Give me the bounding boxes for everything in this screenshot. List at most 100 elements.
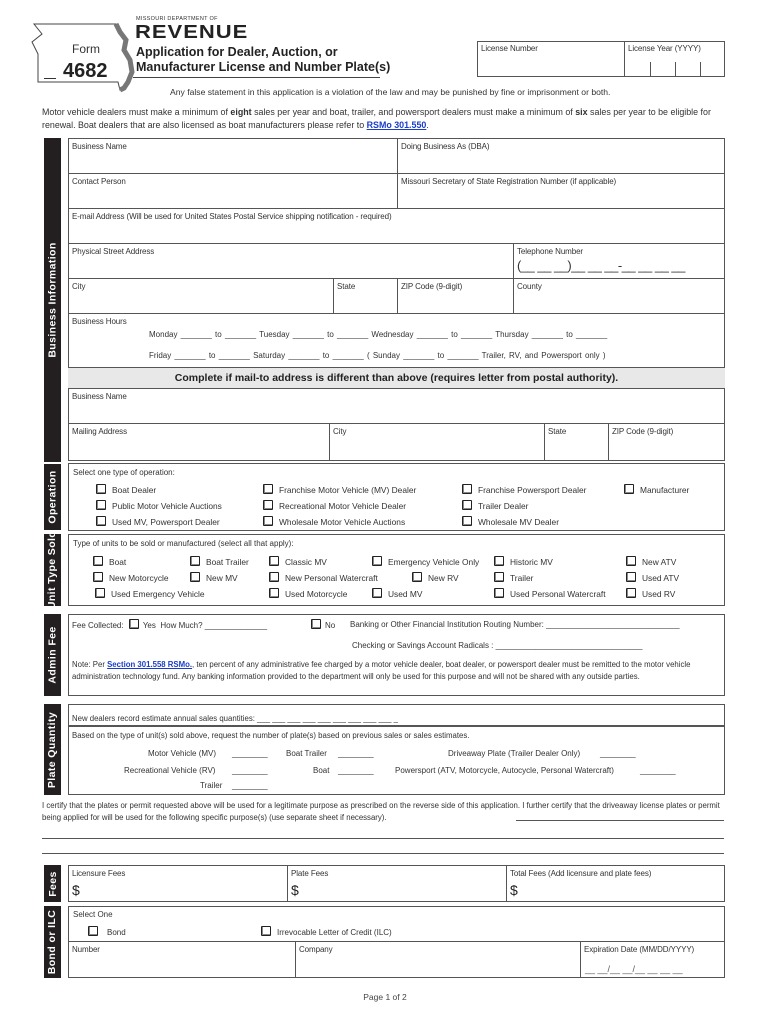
op-boat-dealer[interactable]: Boat Dealer bbox=[96, 484, 156, 495]
checkbox[interactable] bbox=[96, 500, 106, 510]
checkbox[interactable] bbox=[462, 516, 472, 526]
dba-field[interactable]: Doing Business As (DBA) bbox=[397, 138, 725, 174]
mail-state-field[interactable]: State bbox=[544, 423, 609, 461]
purpose-line-2[interactable] bbox=[42, 838, 724, 839]
unit-historic-mv[interactable]: Historic MV bbox=[494, 556, 553, 567]
op-wholesale-mv-dealer[interactable]: Wholesale MV Dealer bbox=[462, 516, 559, 527]
checkbox[interactable] bbox=[269, 588, 279, 598]
checkbox[interactable] bbox=[462, 500, 472, 510]
ilc-option[interactable]: Irrevocable Letter of Credit (ILC) bbox=[261, 926, 392, 937]
state-field[interactable]: State bbox=[333, 278, 398, 314]
street-address-field[interactable]: Physical Street Address bbox=[68, 243, 514, 279]
license-number-field[interactable]: License Number bbox=[477, 41, 625, 77]
rv-plates-field[interactable]: ________ bbox=[232, 766, 268, 775]
boat-plates-field[interactable]: ________ bbox=[338, 766, 374, 775]
routing-number-field[interactable]: Banking or Other Financial Institution R… bbox=[350, 620, 680, 629]
mail-zip-field[interactable]: ZIP Code (9-digit) bbox=[608, 423, 725, 461]
sos-registration-field[interactable]: Missouri Secretary of State Registration… bbox=[397, 173, 725, 209]
checkbox[interactable] bbox=[190, 556, 200, 566]
license-year-field[interactable]: License Year (YYYY) bbox=[624, 41, 725, 77]
purpose-line-1[interactable] bbox=[516, 820, 724, 821]
licensure-fees-field[interactable]: Licensure Fees $ bbox=[68, 865, 288, 902]
unit-new-atv[interactable]: New ATV bbox=[626, 556, 676, 567]
account-radicals-field[interactable]: Checking or Savings Account Radicals : _… bbox=[352, 641, 642, 650]
unit-used-mv[interactable]: Used MV bbox=[372, 588, 422, 599]
checkbox[interactable] bbox=[263, 500, 273, 510]
checkbox[interactable] bbox=[462, 484, 472, 494]
total-fees-field[interactable]: Total Fees (Add licensure and plate fees… bbox=[506, 865, 725, 902]
checkbox[interactable] bbox=[372, 556, 382, 566]
op-trailer-dealer[interactable]: Trailer Dealer bbox=[462, 500, 528, 511]
driveaway-plates-field[interactable]: ________ bbox=[600, 749, 636, 758]
how-much-field[interactable]: How Much? ______________ bbox=[160, 621, 267, 630]
checkbox[interactable] bbox=[88, 926, 98, 936]
unit-used-atv[interactable]: Used ATV bbox=[626, 572, 679, 583]
checkbox[interactable] bbox=[190, 572, 200, 582]
purpose-line-3[interactable] bbox=[42, 853, 724, 854]
bond-company-field[interactable]: Company bbox=[295, 941, 581, 978]
checkbox[interactable] bbox=[494, 572, 504, 582]
op-wholesale-mv-auctions[interactable]: Wholesale Motor Vehicle Auctions bbox=[263, 516, 405, 527]
mail-business-name-field[interactable]: Business Name bbox=[68, 388, 725, 424]
email-field[interactable]: E-mail Address (Will be used for United … bbox=[68, 208, 725, 244]
op-manufacturer[interactable]: Manufacturer bbox=[624, 484, 689, 495]
unit-boat-trailer[interactable]: Boat Trailer bbox=[190, 556, 249, 567]
business-name-field[interactable]: Business Name bbox=[68, 138, 398, 174]
rsmo-301-550-link[interactable]: RSMo 301.550 bbox=[367, 120, 427, 130]
checkbox[interactable] bbox=[96, 484, 106, 494]
checkbox[interactable] bbox=[93, 556, 103, 566]
fee-collected-yes-checkbox[interactable] bbox=[128, 619, 139, 629]
checkbox[interactable] bbox=[372, 588, 382, 598]
checkbox[interactable] bbox=[263, 484, 273, 494]
op-recreational-mv[interactable]: Recreational Motor Vehicle Dealer bbox=[263, 500, 406, 511]
mail-city-field[interactable]: City bbox=[329, 423, 545, 461]
checkbox[interactable] bbox=[494, 556, 504, 566]
checkbox[interactable] bbox=[626, 556, 636, 566]
county-field[interactable]: County bbox=[513, 278, 725, 314]
section-301-558-link[interactable]: Section 301.558 RSMo. bbox=[107, 660, 192, 669]
expiration-date-field[interactable]: Expiration Date (MM/DD/YYYY) __ __/__ __… bbox=[580, 941, 725, 978]
unit-new-rv[interactable]: New RV bbox=[412, 572, 459, 583]
checkbox[interactable] bbox=[494, 588, 504, 598]
mv-plates-field[interactable]: ________ bbox=[232, 749, 268, 758]
checkbox[interactable] bbox=[626, 572, 636, 582]
contact-person-field[interactable]: Contact Person bbox=[68, 173, 398, 209]
checkbox[interactable] bbox=[263, 516, 273, 526]
unit-new-mv[interactable]: New MV bbox=[190, 572, 238, 583]
op-used-mv-powersport[interactable]: Used MV, Powersport Dealer bbox=[96, 516, 220, 527]
unit-classic-mv[interactable]: Classic MV bbox=[269, 556, 327, 567]
zip-field[interactable]: ZIP Code (9-digit) bbox=[397, 278, 514, 314]
checkbox[interactable] bbox=[261, 926, 271, 936]
bond-option[interactable]: Bond bbox=[88, 926, 126, 937]
unit-new-personal-watercraft[interactable]: New Personal Watercraft bbox=[269, 572, 378, 583]
estimate-sales-field[interactable]: New dealers record estimate annual sales… bbox=[72, 714, 398, 723]
checkbox[interactable] bbox=[624, 484, 634, 494]
powersport-plates-field[interactable]: ________ bbox=[640, 766, 676, 775]
unit-trailer[interactable]: Trailer bbox=[494, 572, 533, 583]
trailer-plates-field[interactable]: ________ bbox=[232, 781, 268, 790]
op-franchise-powersport[interactable]: Franchise Powersport Dealer bbox=[462, 484, 586, 495]
boat-trailer-plates-field[interactable]: ________ bbox=[338, 749, 374, 758]
unit-used-emergency-vehicle[interactable]: Used Emergency Vehicle bbox=[95, 588, 205, 599]
bond-number-field[interactable]: Number bbox=[68, 941, 296, 978]
plate-fees-field[interactable]: Plate Fees $ bbox=[287, 865, 507, 902]
telephone-field[interactable]: Telephone Number (__ __ __)__ __ __-__ _… bbox=[513, 243, 725, 279]
unit-used-rv[interactable]: Used RV bbox=[626, 588, 675, 599]
unit-boat[interactable]: Boat bbox=[93, 556, 126, 567]
checkbox[interactable] bbox=[96, 516, 106, 526]
unit-emergency-vehicle-only[interactable]: Emergency Vehicle Only bbox=[372, 556, 479, 567]
fee-collected-no-checkbox[interactable] bbox=[311, 619, 321, 629]
unit-used-personal-watercraft[interactable]: Used Personal Watercraft bbox=[494, 588, 606, 599]
mailing-address-field[interactable]: Mailing Address bbox=[68, 423, 330, 461]
city-field[interactable]: City bbox=[68, 278, 334, 314]
unit-used-motorcycle[interactable]: Used Motorcycle bbox=[269, 588, 347, 599]
checkbox[interactable] bbox=[95, 588, 105, 598]
checkbox[interactable] bbox=[269, 556, 279, 566]
checkbox[interactable] bbox=[626, 588, 636, 598]
op-franchise-mv[interactable]: Franchise Motor Vehicle (MV) Dealer bbox=[263, 484, 416, 495]
business-hours-field[interactable]: Business Hours Monday _______ to _______… bbox=[68, 313, 725, 368]
checkbox[interactable] bbox=[412, 572, 422, 582]
unit-new-motorcycle[interactable]: New Motorcycle bbox=[93, 572, 169, 583]
checkbox[interactable] bbox=[93, 572, 103, 582]
op-public-mv-auctions[interactable]: Public Motor Vehicle Auctions bbox=[96, 500, 222, 511]
